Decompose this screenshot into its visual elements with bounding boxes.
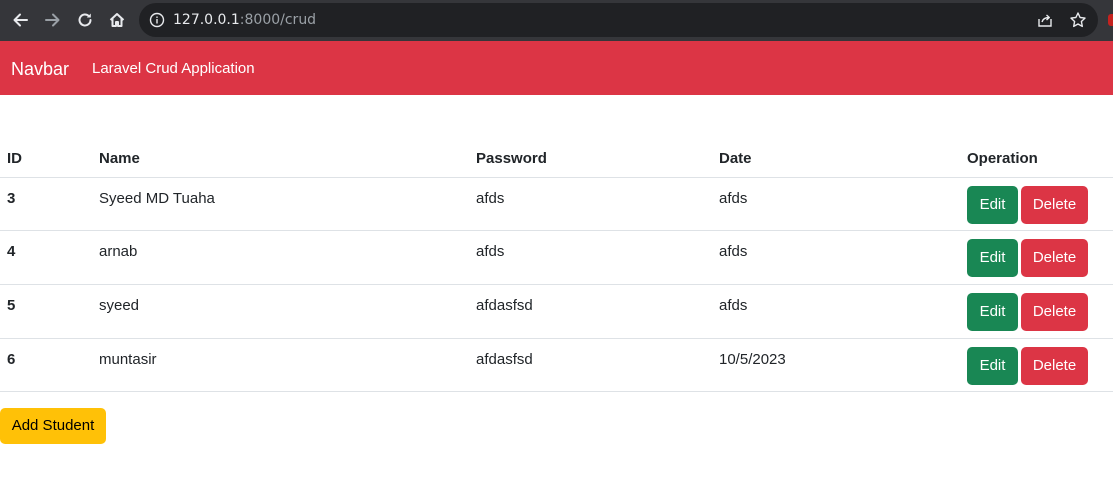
edit-button[interactable]: Edit [967,346,1018,385]
cell-id: 6 [7,350,16,368]
header-operation: Operation [967,150,1038,167]
url-host: 127.0.0.1 [173,12,240,28]
back-arrow-icon[interactable] [8,8,32,32]
forward-arrow-icon[interactable] [41,8,65,32]
delete-button[interactable]: Delete [1021,292,1088,331]
navbar: Navbar Laravel Crud Application [0,41,1113,95]
extension-icon[interactable] [1108,14,1113,26]
header-id: ID [7,150,22,167]
cell-date: 10/5/2023 [719,350,786,368]
cell-date: afds [719,189,748,207]
edit-button[interactable]: Edit [967,292,1018,331]
cell-name: syeed [99,296,140,314]
edit-button[interactable]: Edit [967,239,1018,278]
home-icon[interactable] [105,8,129,32]
cell-password: afds [476,189,505,207]
url-text[interactable]: 127.0.0.1:8000/crud [173,12,316,28]
cell-date: afds [719,296,748,314]
delete-button[interactable]: Delete [1021,346,1088,385]
header-password: Password [476,150,547,167]
cell-id: 3 [7,189,16,207]
cell-password: afdasfsd [476,350,533,368]
delete-button[interactable]: Delete [1021,185,1088,224]
add-student-button[interactable]: Add Student [0,408,106,444]
delete-button[interactable]: Delete [1021,239,1088,278]
reload-icon[interactable] [73,8,97,32]
share-icon[interactable] [1037,12,1053,28]
cell-id: 5 [7,296,16,314]
students-table: ID Name Password Date Operation 3 Syeed … [0,140,1113,392]
header-name: Name [99,150,140,167]
cell-id: 4 [7,243,16,261]
cell-operations: Edit Delete [960,284,1113,338]
cell-operations: Edit Delete [960,177,1113,231]
cell-operations: Edit Delete [960,338,1113,392]
header-date: Date [719,150,752,167]
url-path: :8000/crud [239,12,317,28]
cell-name: Syeed MD Tuaha [99,189,215,207]
table-row: 4 arnab afds afds Edit Delete [0,231,1113,285]
table-row: 3 Syeed MD Tuaha afds afds Edit Delete [0,177,1113,231]
edit-button[interactable]: Edit [967,185,1018,224]
cell-name: muntasir [99,350,157,368]
cell-name: arnab [99,243,138,261]
cell-password: afdasfsd [476,296,533,314]
address-bar[interactable]: 127.0.0.1:8000/crud [139,3,1098,37]
cell-password: afds [476,243,505,261]
table-row: 6 muntasir afdasfsd 10/5/2023 Edit Delete [0,338,1113,392]
table-header-row: ID Name Password Date Operation [0,140,1113,177]
star-icon[interactable] [1069,11,1087,29]
browser-toolbar: 127.0.0.1:8000/crud [0,0,1113,41]
table-row: 5 syeed afdasfsd afds Edit Delete [0,284,1113,339]
cell-operations: Edit Delete [960,231,1113,285]
cell-date: afds [719,243,748,261]
navbar-brand[interactable]: Navbar [11,58,69,80]
nav-link-crud[interactable]: Laravel Crud Application [92,60,255,78]
info-icon[interactable] [149,12,165,28]
